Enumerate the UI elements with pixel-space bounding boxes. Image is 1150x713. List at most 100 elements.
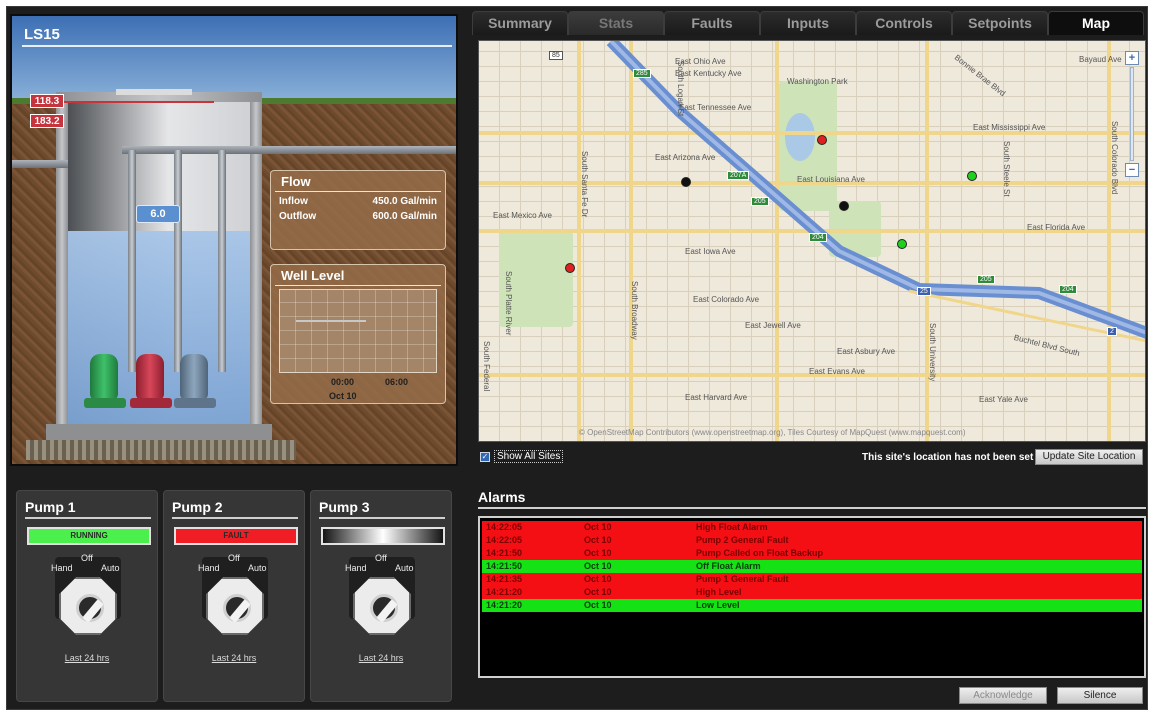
inflow-row: Inflow 450.0 Gal/min xyxy=(271,192,445,207)
riser-pipe-3 xyxy=(218,150,226,372)
auto-label: Auto xyxy=(395,563,414,573)
site-marker-black[interactable] xyxy=(839,201,849,211)
alarm-list[interactable]: 14:22:05 Oct 10 High Float Alarm 14:22:05 O… xyxy=(478,516,1146,678)
alarm-row[interactable]: 14:21:35 Oct 10 Pump 1 General Fault xyxy=(482,573,1142,586)
hatch xyxy=(116,89,192,95)
selector-knob[interactable] xyxy=(353,577,411,635)
high-level-2-badge: 183.2 xyxy=(30,114,64,128)
site-map[interactable]: East Mississippi Ave East Louisiana Ave … xyxy=(478,40,1146,442)
street-label-jewell: East Jewell Ave xyxy=(745,321,801,330)
pump-2-hoa-selector[interactable]: Off Hand Auto xyxy=(198,553,272,641)
alarms-rule xyxy=(478,507,1146,509)
show-all-label[interactable]: Show All Sites xyxy=(494,450,564,463)
street-label-louisiana: East Louisiana Ave xyxy=(797,175,865,184)
pump-1-rule xyxy=(25,517,151,519)
street-label-yale: East Yale Ave xyxy=(979,395,1028,404)
alarm-message: Pump Called on Float Backup xyxy=(696,548,824,558)
site-marker-red[interactable] xyxy=(565,263,575,273)
street-label-harvard: East Harvard Ave xyxy=(685,393,748,402)
show-all-checkbox[interactable]: ✓ xyxy=(480,451,490,462)
selector-knob[interactable] xyxy=(206,577,264,635)
tab-map[interactable]: Map xyxy=(1048,11,1144,35)
well-level-panel: Well Level 00:00 06:00 Oct 10 xyxy=(270,264,446,404)
pump-2-history-link[interactable]: Last 24 hrs xyxy=(164,653,304,663)
alarm-row[interactable]: 14:22:05 Oct 10 High Float Alarm xyxy=(482,521,1142,534)
chart-tick-1: 00:00 xyxy=(331,377,355,387)
sky xyxy=(12,16,456,102)
pump-3-hoa-selector[interactable]: Off Hand Auto xyxy=(345,553,419,641)
show-all-sites-control[interactable]: ✓ Show All Sites xyxy=(480,450,564,463)
alarm-row[interactable]: 14:22:05 Oct 10 Pump 2 General Fault xyxy=(482,534,1142,547)
hand-label: Hand xyxy=(345,563,367,573)
well-wall-left xyxy=(56,92,68,426)
pump-3-history-link[interactable]: Last 24 hrs xyxy=(311,653,451,663)
tab-stats[interactable]: Stats xyxy=(568,11,664,35)
route-shield: 204 xyxy=(1059,285,1077,294)
pump-2-rule xyxy=(172,517,298,519)
site-marker-black[interactable] xyxy=(681,177,691,187)
acknowledge-button[interactable]: Acknowledge xyxy=(959,687,1047,704)
alarm-date: Oct 10 xyxy=(584,600,612,610)
street-label-platte: South Platte River xyxy=(504,271,513,336)
alarm-message: Off Float Alarm xyxy=(696,561,761,571)
water-level-tag: 6.0 xyxy=(136,205,180,223)
well-wall-right xyxy=(250,92,262,426)
alarm-time: 14:22:05 xyxy=(486,535,523,545)
tab-controls[interactable]: Controls xyxy=(856,11,952,35)
hand-label: Hand xyxy=(51,563,73,573)
zoom-slider[interactable] xyxy=(1130,67,1134,161)
selector-knob[interactable] xyxy=(59,577,117,635)
alarm-row[interactable]: 14:21:50 Oct 10 Pump Called on Float Backu… xyxy=(482,547,1142,560)
zoom-in-button[interactable]: + xyxy=(1125,51,1139,65)
off-label: Off xyxy=(81,553,93,563)
alarm-date: Oct 10 xyxy=(584,561,612,571)
hand-label: Hand xyxy=(198,563,220,573)
alarm-row[interactable]: 14:21:20 Oct 10 Low Level xyxy=(482,599,1142,612)
inflow-label: Inflow xyxy=(279,196,308,207)
pump-panel-3: Pump 3 Off Hand Auto Last 24 hrs xyxy=(310,490,452,702)
well-level-trace xyxy=(296,320,366,322)
street-label-broadway: South Broadway xyxy=(630,281,639,340)
street-label-colorado-blvd: South Colorado Blvd xyxy=(1110,121,1119,195)
route-shield: 204 xyxy=(809,233,827,242)
pump-panel-1: Pump 1 RUNNING Off Hand Auto Last 24 hrs xyxy=(16,490,158,702)
street-label-florida: East Florida Ave xyxy=(1027,223,1086,232)
route-shield: 85 xyxy=(549,51,563,60)
tab-bar: Summary Stats Faults Inputs Controls Set… xyxy=(472,11,1144,35)
alarm-time: 14:21:35 xyxy=(486,574,523,584)
outflow-row: Outflow 600.0 Gal/min xyxy=(271,207,445,222)
alarm-date: Oct 10 xyxy=(584,548,612,558)
street-label-mississippi: East Mississippi Ave xyxy=(973,123,1046,132)
alarm-date: Oct 10 xyxy=(584,587,612,597)
alarm-date: Oct 10 xyxy=(584,535,612,545)
site-marker-red[interactable] xyxy=(817,135,827,145)
interstate-shield: 2 xyxy=(1107,327,1117,336)
knob-hub xyxy=(76,594,104,623)
pump-3-title: Pump 3 xyxy=(319,499,370,515)
tab-inputs[interactable]: Inputs xyxy=(760,11,856,35)
alarm-message: Pump 1 General Fault xyxy=(696,574,789,584)
alarm-time: 14:21:20 xyxy=(486,600,523,610)
silence-button[interactable]: Silence xyxy=(1057,687,1143,704)
alarm-date: Oct 10 xyxy=(584,574,612,584)
alarm-message: Low Level xyxy=(696,600,740,610)
tab-summary[interactable]: Summary xyxy=(472,11,568,35)
alarm-message: High Float Alarm xyxy=(696,522,768,532)
high-level-1-line xyxy=(64,101,214,103)
pump-1-history-link[interactable]: Last 24 hrs xyxy=(17,653,157,663)
gravel-bed xyxy=(26,440,296,460)
tab-faults[interactable]: Faults xyxy=(664,11,760,35)
alarm-row[interactable]: 14:21:20 Oct 10 High Level xyxy=(482,586,1142,599)
alarm-row[interactable]: 14:21:50 Oct 10 Off Float Alarm xyxy=(482,560,1142,573)
pump-2-base xyxy=(130,398,172,408)
pump-3-graphic xyxy=(180,354,208,400)
site-marker-green[interactable] xyxy=(897,239,907,249)
riser-pipe-1 xyxy=(128,150,136,372)
zoom-out-button[interactable]: − xyxy=(1125,163,1139,177)
pump-1-hoa-selector[interactable]: Off Hand Auto xyxy=(51,553,125,641)
location-message: This site's location has not been set xyxy=(862,452,1034,463)
update-site-location-button[interactable]: Update Site Location xyxy=(1035,449,1143,465)
site-marker-green[interactable] xyxy=(967,171,977,181)
well-slab xyxy=(46,424,272,440)
tab-setpoints[interactable]: Setpoints xyxy=(952,11,1048,35)
